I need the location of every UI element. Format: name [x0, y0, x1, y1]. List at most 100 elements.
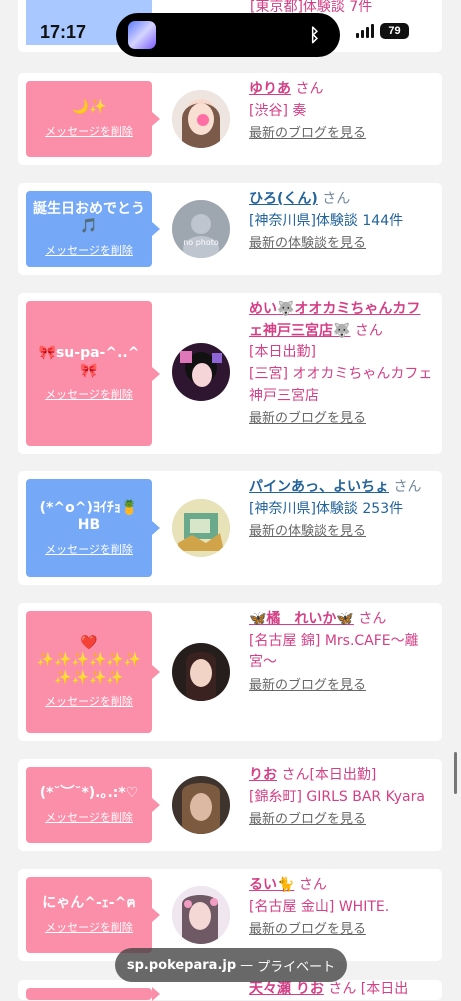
attendance-status: [本日出: [360, 981, 409, 997]
name-suffix: さん: [328, 981, 357, 997]
latest-blog-link[interactable]: 最新のブログを見る: [249, 920, 434, 940]
dynamic-island: ᛒ: [116, 13, 340, 57]
name-row: ひろ(くん) さん: [249, 189, 434, 211]
delete-message-link[interactable]: メッセージを削除: [45, 919, 133, 935]
site-domain: sp.pokepara.jp: [126, 957, 237, 973]
avatar-photo: [172, 343, 230, 401]
no-photo-label: no photo: [183, 238, 219, 247]
message-bubble: ❤️ ✨✨✨✨✨✨ ✨✨✨✨ メッセージを削除: [26, 611, 160, 733]
profile-card: 🎀su-pa-^..^🎀 メッセージを削除 めい🐺オオカミちゃんカフェ神戸三宮店…: [18, 293, 442, 454]
profile-info: めい🐺オオカミちゃんカフェ神戸三宮店🐺 さん [本日出勤] [三宮] オオカミち…: [249, 299, 434, 430]
name-suffix: さん: [393, 479, 422, 495]
profile-info: ひろ(くん) さん [神奈川県]体験談 144件 最新の体験談を見る: [249, 189, 434, 255]
profile-area: [神奈川県]体験談 253件: [249, 500, 404, 517]
avatar-photo: [172, 776, 230, 834]
profile-info: 🦋橘 れいか🦋 さん [名古屋 錦] Mrs.CAFE〜離宮〜 最新のブログを見…: [249, 609, 434, 696]
delete-message-link[interactable]: メッセージを削除: [45, 693, 133, 709]
profile-card: (*^o^)ﾖｲﾁｮ🍍HB メッセージを削除 パインあっ、よいちょ さん [神奈…: [18, 471, 442, 585]
profile-name-link[interactable]: 🦋橘 れいか🦋: [249, 611, 354, 627]
profile-name-link[interactable]: 天々瀬 りお: [249, 981, 324, 997]
url-bar[interactable]: sp.pokepara.jp — プライベート: [115, 948, 347, 982]
profile-name-link[interactable]: パインあっ、よいちょ: [249, 479, 389, 495]
profile-info: パインあっ、よいちょ さん [神奈川県]体験談 253件 最新の体験談を見る: [249, 477, 434, 543]
name-row: パインあっ、よいちょ さん: [249, 477, 434, 499]
latest-blog-link[interactable]: 最新のブログを見る: [249, 409, 434, 429]
attendance-status: [本日出勤]: [249, 344, 316, 361]
signal-icon: [356, 24, 374, 38]
message-text: (*˘︶˘*).｡.:*♡: [39, 785, 139, 802]
name-row: めい🐺オオカミちゃんカフェ神戸三宮店🐺 さん: [249, 299, 434, 342]
message-bubble: 🎀su-pa-^..^🎀 メッセージを削除: [26, 301, 160, 446]
latest-blog-link[interactable]: 最新のブログを見る: [249, 124, 434, 144]
avatar[interactable]: [172, 499, 230, 557]
profile-info: 天々瀬 りお さん [本日出: [249, 979, 434, 1001]
name-suffix: さん: [298, 877, 327, 893]
message-text: 🌙✨: [71, 99, 107, 116]
profile-name-link[interactable]: るい🐈: [249, 877, 294, 893]
avatar-illustration: [172, 499, 230, 557]
latest-blog-link[interactable]: 最新のブログを見る: [249, 810, 434, 830]
status-bar: 17:17 ᛒ 79: [0, 0, 461, 62]
message-bubble: にゃん^-ｪ-^ฅ メッセージを削除: [26, 877, 160, 953]
avatar[interactable]: no photo: [172, 200, 230, 258]
name-row: るい🐈 さん: [249, 875, 434, 897]
message-text: にゃん^-ｪ-^ฅ: [42, 895, 136, 912]
message-text: 🎀su-pa-^..^🎀: [38, 345, 140, 379]
message-bubble: (*^o^)ﾖｲﾁｮ🍍HB メッセージを削除: [26, 479, 160, 577]
profile-name-link[interactable]: めい🐺オオカミちゃんカフェ神戸三宮店🐺: [249, 301, 420, 339]
name-suffix: さん: [354, 322, 383, 339]
profile-info: りお さん[本日出勤] [錦糸町] GIRLS BAR Kyara 最新のブログ…: [249, 765, 434, 831]
avatar-photo: [172, 643, 230, 701]
clock: 17:17: [40, 22, 87, 42]
message-text: ❤️ ✨✨✨✨✨✨ ✨✨✨✨: [36, 634, 142, 686]
profile-name-link[interactable]: ゆりあ: [249, 81, 291, 97]
message-text: 誕生日おめでとう 🎵: [33, 200, 145, 235]
name-row: ゆりあ さん: [249, 79, 434, 101]
profile-area: [錦糸町] GIRLS BAR Kyara: [249, 788, 425, 805]
avatar[interactable]: [172, 343, 230, 401]
system-indicators: 79: [356, 23, 409, 39]
message-bubble: (*˘︶˘*).｡.:*♡ メッセージを削除: [26, 767, 160, 843]
profile-card: (*˘︶˘*).｡.:*♡ メッセージを削除 りお さん[本日出勤] [錦糸町]…: [18, 759, 442, 851]
profile-name-link[interactable]: ひろ(くん): [249, 191, 318, 207]
partial-profile-card: 天々瀬 りお さん [本日出: [18, 979, 442, 1001]
profile-card: ❤️ ✨✨✨✨✨✨ ✨✨✨✨ メッセージを削除 🦋橘 れいか🦋 さん [名古屋 …: [18, 603, 442, 741]
latest-review-link[interactable]: 最新の体験談を見る: [249, 234, 434, 254]
delete-message-link[interactable]: メッセージを削除: [45, 123, 133, 139]
avatar[interactable]: [172, 643, 230, 701]
profile-area: [渋谷] 奏: [249, 102, 307, 119]
profile-info: るい🐈 さん [名古屋 金山] WHITE. 最新のブログを見る: [249, 875, 434, 941]
message-bubble: 🌙✨ メッセージを削除: [26, 81, 160, 157]
avatar[interactable]: [172, 776, 230, 834]
name-suffix: さん: [358, 611, 387, 627]
latest-blog-link[interactable]: 最新のブログを見る: [249, 676, 434, 696]
message-text: (*^o^)ﾖｲﾁｮ🍍HB: [39, 499, 139, 534]
bluetooth-icon: ᛒ: [309, 25, 320, 46]
name-suffix: さん[本日出勤]: [281, 767, 377, 783]
no-photo-avatar: [172, 200, 230, 258]
delete-message-link[interactable]: メッセージを削除: [45, 386, 133, 402]
delete-message-link[interactable]: メッセージを削除: [45, 242, 133, 258]
profile-name-link[interactable]: りお: [249, 767, 277, 783]
profile-feed: [東京都]体験談 7件 🌙✨ メッセージを削除 ゆりあ さん [渋谷] 奏 最新…: [0, 0, 461, 1001]
profile-card: 🌙✨ メッセージを削除 ゆりあ さん [渋谷] 奏 最新のブログを見る: [18, 73, 442, 165]
name-suffix: さん: [295, 81, 324, 97]
profile-area: [名古屋 錦] Mrs.CAFE〜離宮〜: [249, 632, 419, 671]
profile-area: [名古屋 金山] WHITE.: [249, 898, 390, 915]
private-mode-label: プライベート: [257, 959, 336, 975]
url-separator: —: [240, 957, 254, 973]
media-thumbnail: [128, 21, 156, 49]
delete-message-link[interactable]: メッセージを削除: [45, 809, 133, 825]
message-bubble: 誕生日おめでとう 🎵 メッセージを削除: [26, 191, 160, 267]
latest-review-link[interactable]: 最新の体験談を見る: [249, 522, 434, 542]
avatar-photo: [172, 886, 230, 944]
avatar-photo: [172, 90, 230, 148]
delete-message-link[interactable]: メッセージを削除: [45, 541, 133, 557]
name-row: りお さん[本日出勤]: [249, 765, 434, 787]
profile-area: [神奈川県]体験談 144件: [249, 212, 404, 229]
scrollbar-thumb[interactable]: [454, 752, 457, 794]
profile-info: ゆりあ さん [渋谷] 奏 最新のブログを見る: [249, 79, 434, 145]
profile-area: [三宮] オオカミちゃんカフェ神戸三宮店: [249, 366, 433, 404]
avatar[interactable]: [172, 90, 230, 148]
avatar[interactable]: [172, 886, 230, 944]
